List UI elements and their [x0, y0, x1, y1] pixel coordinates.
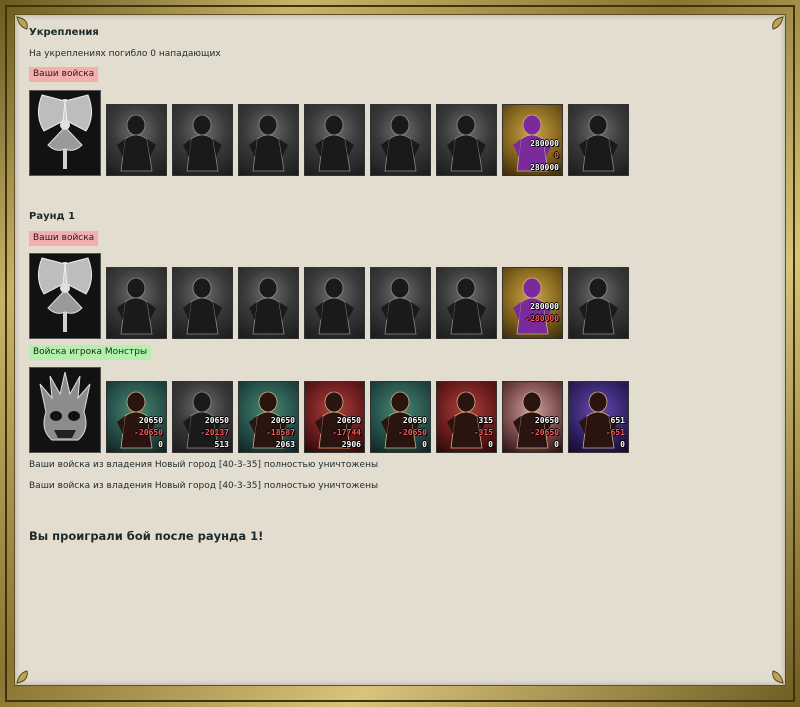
unit-portrait-icon: [117, 114, 156, 172]
demon-skull-emblem-icon: [39, 371, 91, 441]
unit-slot[interactable]: [436, 104, 497, 176]
unit-loss: -651: [605, 428, 625, 437]
unit-count: 280000: [530, 139, 559, 148]
unit-portrait-icon: [447, 277, 486, 335]
unit-remaining: 2906: [341, 440, 361, 449]
unit-slot[interactable]: 20650 -17744 2906: [304, 381, 365, 453]
battle-result-text: Вы проиграли бой после раунда 1!: [29, 529, 264, 543]
unit-slot[interactable]: 20650 -20650 0: [502, 381, 563, 453]
your-troops-label: Ваши войска: [29, 67, 99, 82]
unit-count: 20650: [138, 416, 163, 425]
unit-slot[interactable]: [238, 267, 299, 339]
unit-portrait-icon: [183, 114, 222, 172]
fortification-killed-text: На укреплениях погибло 0 нападающих: [29, 49, 221, 59]
unit-remaining: 0: [488, 440, 493, 449]
unit-loss: -20137: [200, 428, 229, 437]
unit-portrait-icon: [249, 277, 288, 335]
round-1-your-units-row: 280000 -280000: [29, 253, 629, 339]
section-title-round-1: Раунд 1: [29, 211, 76, 222]
corner-ornament-icon: [772, 670, 784, 684]
fortification-units-row: 280000 0 280000: [29, 90, 629, 176]
enemy-troops-label: Войска игрока Монстры: [29, 345, 152, 360]
unit-loss: -20650: [398, 428, 427, 437]
unit-slot[interactable]: [106, 104, 167, 176]
monster-banner: [29, 367, 101, 453]
unit-portrait-icon: [183, 277, 222, 335]
unit-count: 280000: [530, 302, 559, 311]
unit-portrait-icon: [315, 114, 354, 172]
section-title-fortifications: Укрепления: [29, 27, 99, 38]
unit-remaining: 280000: [530, 163, 559, 172]
corner-ornament-icon: [772, 16, 784, 30]
unit-slot[interactable]: 315 -315 0: [436, 381, 497, 453]
unit-loss: -17744: [332, 428, 361, 437]
unit-slot[interactable]: 20650 -18587 2063: [238, 381, 299, 453]
unit-count: 20650: [270, 416, 295, 425]
unit-slot[interactable]: 651 -651 0: [568, 381, 629, 453]
player-banner: [29, 90, 101, 176]
destroyed-message-1: Ваши войска из владения Новый город [40-…: [29, 460, 379, 470]
unit-slot[interactable]: [436, 267, 497, 339]
player-banner: [29, 253, 101, 339]
battle-report-panel: Укрепления На укреплениях погибло 0 напа…: [14, 14, 786, 686]
unit-loss: 0: [554, 151, 559, 160]
unit-slot[interactable]: [106, 267, 167, 339]
battle-axe-emblem-icon: [38, 94, 92, 169]
unit-count: 315: [478, 416, 493, 425]
unit-slot[interactable]: 280000 0 280000: [502, 104, 563, 176]
unit-portrait-icon: [117, 277, 156, 335]
unit-slot[interactable]: [172, 104, 233, 176]
unit-slot[interactable]: [370, 104, 431, 176]
unit-loss: -20650: [530, 428, 559, 437]
unit-remaining: 0: [422, 440, 427, 449]
unit-loss: -315: [473, 428, 493, 437]
unit-slot[interactable]: 20650 -20650 0: [370, 381, 431, 453]
unit-loss: -20650: [134, 428, 163, 437]
unit-remaining: 513: [214, 440, 229, 449]
window-frame: Укрепления На укреплениях погибло 0 напа…: [0, 0, 800, 707]
unit-remaining: 0: [620, 440, 625, 449]
your-troops-label-round-1: Ваши войска: [29, 231, 99, 246]
corner-ornament-icon: [16, 670, 28, 684]
unit-loss: -280000: [525, 314, 559, 323]
unit-portrait-icon: [579, 114, 618, 172]
unit-slot[interactable]: [238, 104, 299, 176]
unit-slot[interactable]: [370, 267, 431, 339]
unit-slot[interactable]: [172, 267, 233, 339]
unit-count: 20650: [336, 416, 361, 425]
battle-axe-emblem-icon: [38, 257, 92, 332]
unit-loss: -18587: [266, 428, 295, 437]
unit-portrait-icon: [315, 277, 354, 335]
unit-portrait-icon: [579, 277, 618, 335]
unit-slot[interactable]: 280000 -280000: [502, 267, 563, 339]
unit-remaining: 0: [554, 440, 559, 449]
unit-count: 651: [610, 416, 625, 425]
unit-count: 20650: [402, 416, 427, 425]
unit-portrait-icon: [447, 114, 486, 172]
unit-count: 20650: [534, 416, 559, 425]
unit-slot[interactable]: [304, 104, 365, 176]
unit-slot[interactable]: [568, 267, 629, 339]
unit-count: 20650: [204, 416, 229, 425]
unit-slot[interactable]: 20650 -20137 513: [172, 381, 233, 453]
unit-portrait-icon: [249, 114, 288, 172]
unit-slot[interactable]: [304, 267, 365, 339]
unit-slot[interactable]: [568, 104, 629, 176]
round-1-enemy-units-row: 20650 -20650 0 20650 -20137 513 20650 -18587 206…: [29, 367, 629, 453]
unit-remaining: 2063: [275, 440, 295, 449]
unit-portrait-icon: [381, 114, 420, 172]
unit-portrait-icon: [381, 277, 420, 335]
unit-remaining: 0: [158, 440, 163, 449]
unit-slot[interactable]: 20650 -20650 0: [106, 381, 167, 453]
destroyed-message-2: Ваши войска из владения Новый город [40-…: [29, 481, 379, 491]
